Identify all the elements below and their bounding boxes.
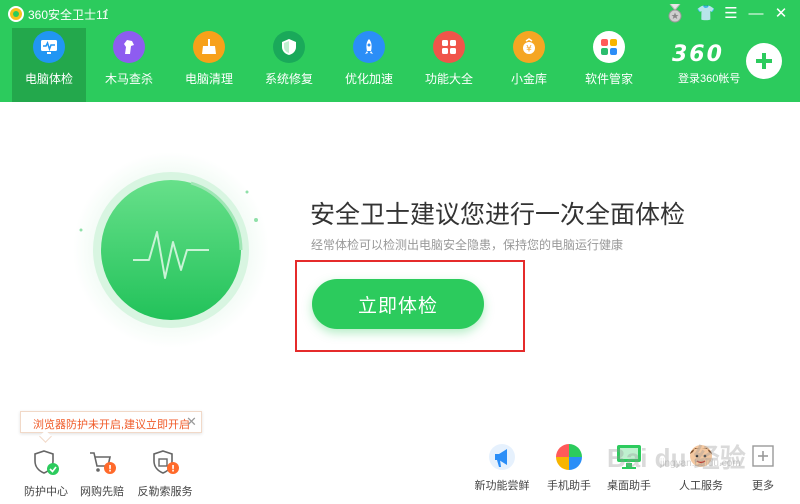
watermark-url: jingyan.baidu.com [660,458,741,469]
svg-text:!: ! [171,465,175,475]
new-features-button[interactable]: 新功能尝鲜 [472,442,532,498]
cart-icon: ! [90,452,116,475]
app-title: 360安全卫士11 [28,8,109,22]
toast-close-button[interactable]: ✕ [186,414,197,430]
svg-text:!: ! [108,465,112,475]
anti-ransomware-button[interactable]: ! 反勒索服务 [135,448,195,504]
tool-label: 更多 [752,480,774,492]
nav-label: 优化加速 [344,72,393,86]
coin-icon: ¥ [513,31,545,63]
shopping-compensation-button[interactable]: ! 网购先赔 [72,448,132,504]
main-nav: 电脑体检 木马查杀 电脑清理 系统修复 优化加速 功能大全 ¥ 小金库 软件管家 [12,28,652,102]
nav-label: 电脑体检 [24,72,73,86]
tool-label: 新功能尝鲜 [474,480,530,492]
broom-icon [193,31,225,63]
skin-button[interactable]: 👕 [696,4,716,24]
app-window: 360安全卫士11 ↑ 👕 ☰ — ✕ 电脑体检 木马查杀 电脑清理 系统修复 … [0,0,800,504]
megaphone-icon [489,444,515,470]
nav-item-software-manager[interactable]: 软件管家 [572,28,646,102]
monitor-icon [33,31,65,63]
top-header: 360安全卫士11 ↑ 👕 ☰ — ✕ 电脑体检 木马查杀 电脑清理 系统修复 … [0,0,800,102]
nav-item-checkup[interactable]: 电脑体检 [12,28,86,102]
nav-label: 小金库 [510,72,547,86]
phone-assistant-button[interactable]: 手机助手 [539,442,599,498]
checkup-headline: 安全卫士建议您进行一次全面体检 [310,201,686,229]
shield-icon [273,31,305,63]
nav-item-trojan-scan[interactable]: 木马查杀 [92,28,166,102]
nav-item-vault[interactable]: ¥ 小金库 [492,28,566,102]
shield-check-icon [34,450,59,475]
protection-center-button[interactable]: 防护中心 [16,448,76,504]
nav-label: 电脑清理 [184,72,233,86]
tool-label: 手机助手 [547,480,591,492]
tool-label: 网购先赔 [80,486,124,498]
checkup-subline: 经常体检可以检测出电脑安全隐患，保持您的电脑运行健康 [311,238,624,252]
login-link[interactable]: 登录360帐号 [678,70,740,86]
menu-button[interactable]: ☰ [721,4,741,24]
nav-label: 软件管家 [584,72,633,86]
checkup-gauge [73,152,269,348]
nav-label: 木马查杀 [104,72,153,86]
watermark: Bai du 经验 [607,443,746,473]
tool-label: 桌面助手 [607,480,651,492]
nav-item-system-repair[interactable]: 系统修复 [252,28,326,102]
medal-icon[interactable] [667,4,683,24]
browser-protection-toast: 浏览器防护未开启,建议立即开启 ✕ [20,411,202,433]
plus-icon [752,445,774,467]
horse-icon [113,31,145,63]
start-checkup-button[interactable]: 立即体检 [312,279,484,329]
svg-text:¥: ¥ [526,45,532,55]
tool-label: 反勒索服务 [137,486,193,498]
nav-item-all-features[interactable]: 功能大全 [412,28,486,102]
rocket-icon [353,31,385,63]
app-logo-icon [8,6,24,22]
nav-item-optimize[interactable]: 优化加速 [332,28,406,102]
shield-lock-icon: ! [153,450,179,475]
toast-message[interactable]: 浏览器防护未开启,建议立即开启 [33,416,190,432]
tool-label: 人工服务 [679,480,723,492]
brand-360-logo: 360 [672,42,724,67]
pinwheel-icon [556,444,582,470]
apps-icon [593,31,625,63]
plus-circle-icon[interactable] [746,43,782,79]
grid-icon [433,31,465,63]
close-button[interactable]: ✕ [771,4,791,24]
title-bar: 360安全卫士11 ↑ 👕 ☰ — ✕ [0,0,800,28]
nav-item-cleanup[interactable]: 电脑清理 [172,28,246,102]
nav-label: 功能大全 [424,72,473,86]
tool-label: 防护中心 [24,486,68,498]
minimize-button[interactable]: — [746,4,766,24]
upgrade-arrow-icon[interactable]: ↑ [104,6,110,18]
nav-label: 系统修复 [264,72,313,86]
